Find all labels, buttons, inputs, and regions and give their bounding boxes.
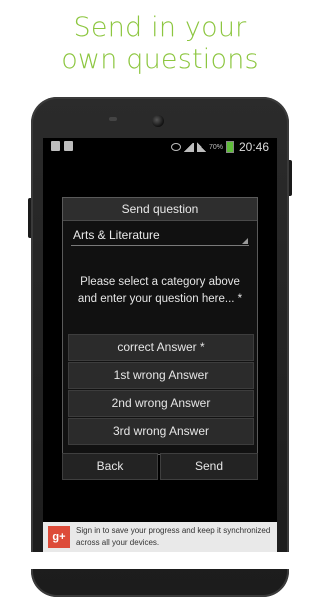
- wrong-answer-3-input[interactable]: 3rd wrong Answer: [68, 418, 254, 445]
- notification-document-icon: [51, 141, 60, 151]
- promo-headline: Send in your own questions: [0, 12, 320, 76]
- status-time: 20:46: [238, 140, 269, 154]
- wifi-icon: [183, 142, 194, 152]
- question-input[interactable]: Please select a category above and enter…: [71, 274, 249, 308]
- wrong-answer-2-input[interactable]: 2nd wrong Answer: [68, 390, 254, 417]
- battery-percent: 70%: [208, 143, 223, 151]
- google-plus-icon: g+: [48, 526, 70, 548]
- dialog-title: Send question: [63, 198, 257, 221]
- wrong-answer-1-input[interactable]: 1st wrong Answer: [68, 362, 254, 389]
- category-spinner[interactable]: Arts & Literature: [71, 227, 249, 246]
- signin-banner-text: Sign in to save your progress and keep i…: [76, 526, 271, 547]
- promo-line-2: own questions: [61, 44, 259, 75]
- promo-line-1: Send in your: [73, 12, 247, 43]
- category-value: Arts & Literature: [73, 228, 160, 242]
- battery-icon: [225, 141, 234, 153]
- send-question-dialog: Send question Arts & Literature Please s…: [62, 197, 258, 455]
- phone-speaker: [109, 117, 117, 121]
- correct-answer-input[interactable]: correct Answer *: [68, 334, 254, 361]
- phone-camera: [152, 115, 164, 127]
- send-button[interactable]: Send: [160, 453, 258, 480]
- signin-banner[interactable]: g+ Sign in to save your progress and kee…: [43, 522, 277, 552]
- spinner-arrow-icon: [242, 238, 248, 244]
- eye-icon: [170, 143, 181, 151]
- bottom-strip: [0, 552, 320, 569]
- status-bar: 70% 20:46: [43, 138, 277, 156]
- back-button[interactable]: Back: [62, 453, 158, 480]
- notification-image-icon: [64, 141, 73, 151]
- signal-icon: [196, 142, 206, 152]
